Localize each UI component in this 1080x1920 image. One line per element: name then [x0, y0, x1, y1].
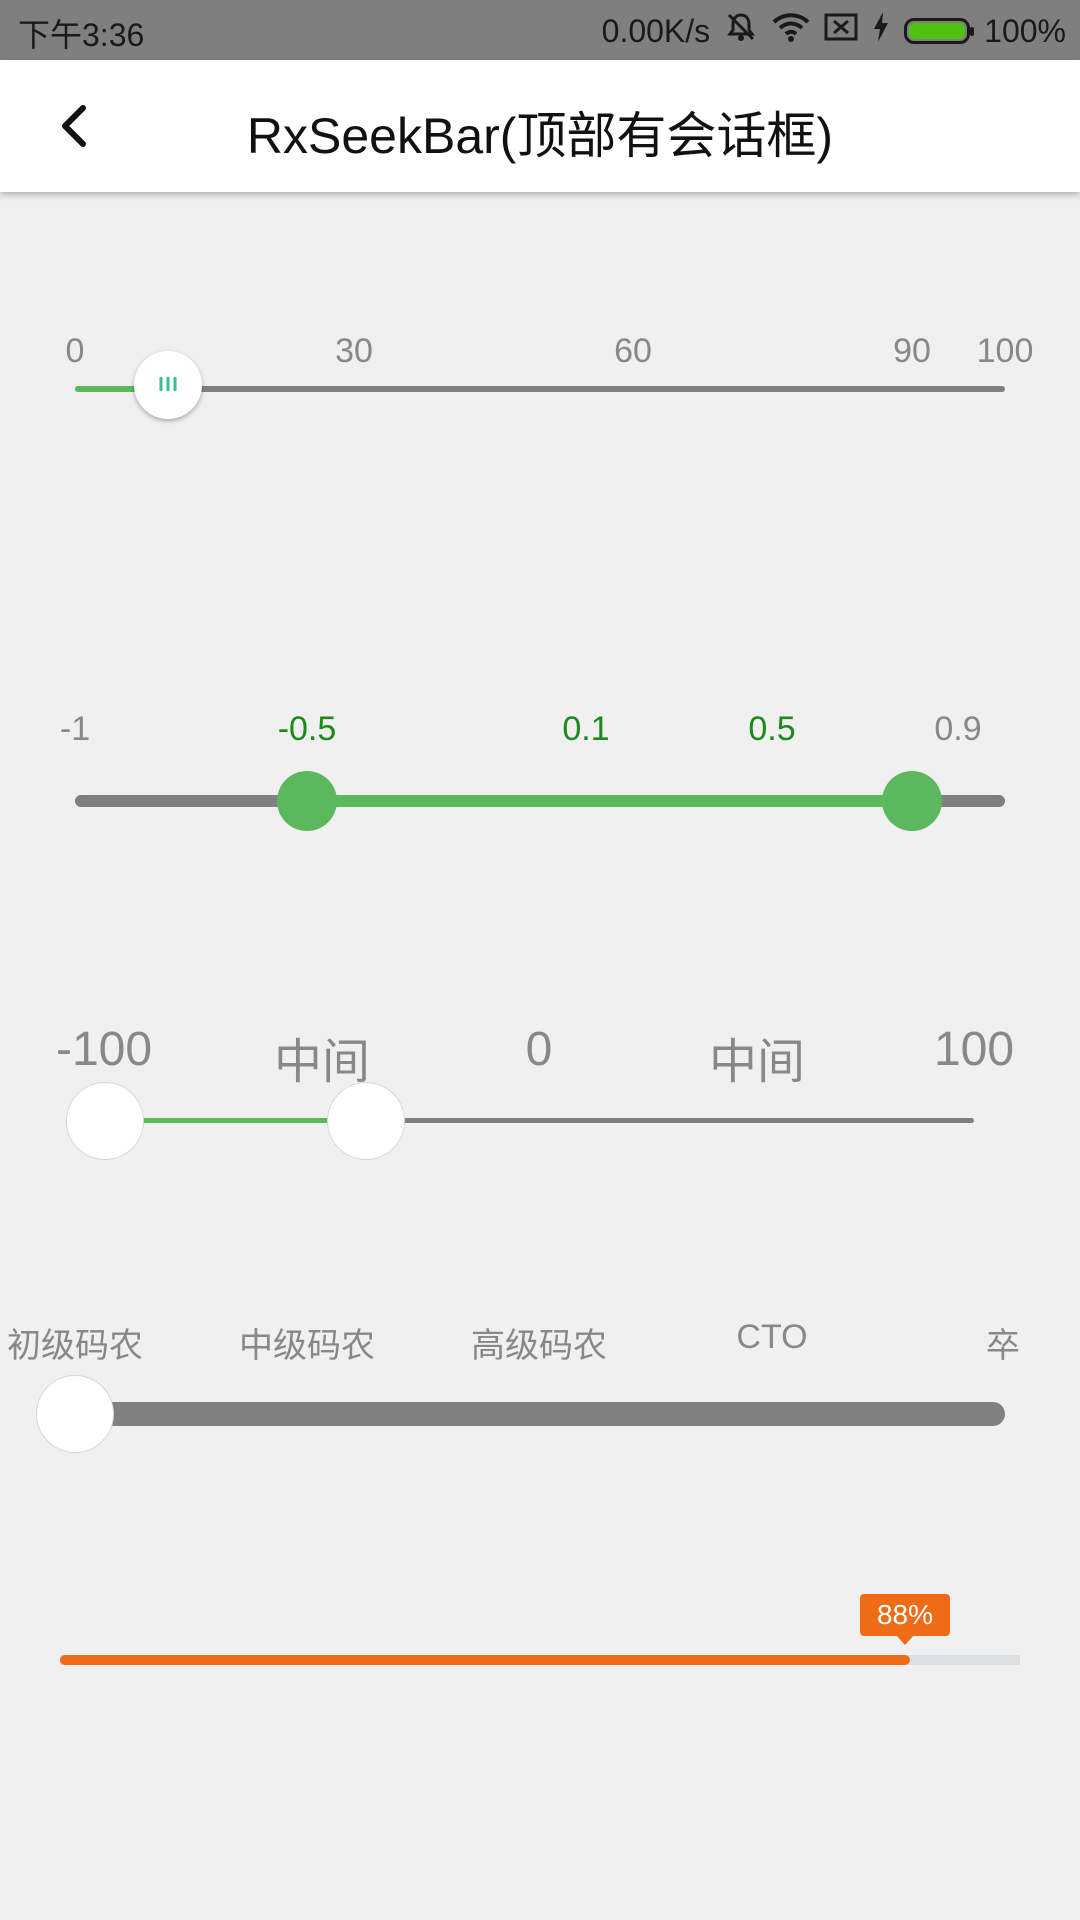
seekbar-thumb[interactable]	[36, 1375, 114, 1453]
tick-label: 100	[933, 1023, 1015, 1076]
charging-icon	[872, 11, 890, 51]
status-time: 下午3:36	[18, 17, 145, 53]
seekbar-thumb[interactable]	[134, 351, 202, 419]
status-bar: 下午3:36 0.00K/s 100%	[0, 0, 1080, 60]
seekbar-thumb-low[interactable]	[66, 1082, 144, 1160]
tick-label: 0.9	[934, 710, 982, 748]
seekbar-thumb-high[interactable]	[327, 1082, 405, 1160]
seekbar-track[interactable]	[75, 1402, 1005, 1426]
page-title: RxSeekBar(顶部有会话框)	[246, 108, 834, 164]
mute-icon	[724, 10, 758, 52]
seekbar-range-fill	[307, 795, 912, 807]
tick-label: 90	[893, 332, 931, 370]
seekbar-thumb-low[interactable]	[277, 771, 337, 831]
tick-label: 0.1	[562, 710, 610, 748]
progress-bubble: 88%	[860, 1594, 950, 1645]
tick-label: 初级码农	[7, 1327, 143, 1365]
tick-label: -1	[59, 710, 91, 748]
tick-label: -0.5	[277, 710, 337, 748]
tick-label: 中间	[273, 1036, 371, 1089]
status-icons: 0.00K/s 100%	[602, 10, 1066, 52]
sim-icon	[824, 12, 858, 50]
grip-lines-icon	[159, 377, 177, 391]
battery-percent: 100%	[984, 12, 1066, 49]
battery-icon	[904, 18, 975, 44]
tick-label: 30	[335, 332, 373, 370]
progress-fill	[60, 1655, 910, 1665]
seekbar-thumb-high[interactable]	[882, 771, 942, 831]
tick-label: 中级码农	[239, 1327, 375, 1365]
wifi-icon	[772, 11, 810, 51]
seekbar-track[interactable]	[75, 386, 1005, 392]
tick-label: 中间	[708, 1036, 806, 1089]
tick-label: 0	[525, 1023, 553, 1076]
tick-label: -100	[55, 1023, 153, 1076]
network-speed: 0.00K/s	[601, 12, 711, 49]
tick-label: 100	[976, 332, 1034, 370]
tick-label: 卒	[986, 1327, 1020, 1365]
toolbar: RxSeekBar(顶部有会话框)	[0, 60, 1080, 192]
tick-label: 高级码农	[471, 1327, 607, 1365]
tick-label: CTO	[736, 1318, 808, 1356]
tick-label: 0.5	[748, 710, 796, 748]
tick-label: 0	[65, 332, 85, 370]
tick-label: 60	[614, 332, 652, 370]
